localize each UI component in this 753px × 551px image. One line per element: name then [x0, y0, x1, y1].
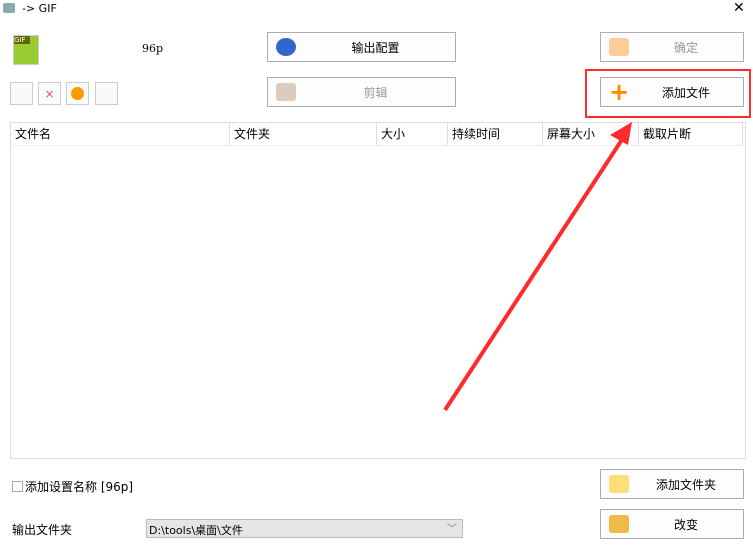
- folder-add-icon: [609, 475, 629, 493]
- output-folder-select[interactable]: D:\tools\桌面\文件 ﹀: [146, 519, 463, 538]
- chevron-down-icon: ﹀: [447, 524, 457, 535]
- change-button[interactable]: 改变: [600, 509, 744, 539]
- add-folder-button[interactable]: 添加文件夹: [600, 469, 744, 499]
- folder-icon: [609, 515, 629, 533]
- output-folder-label: 输出文件夹: [12, 523, 73, 537]
- output-folder-path: D:\tools\桌面\文件: [149, 524, 243, 537]
- add-preset-name-checkbox[interactable]: [12, 481, 23, 492]
- add-preset-name-label: 添加设置名称 [96p]: [25, 480, 134, 494]
